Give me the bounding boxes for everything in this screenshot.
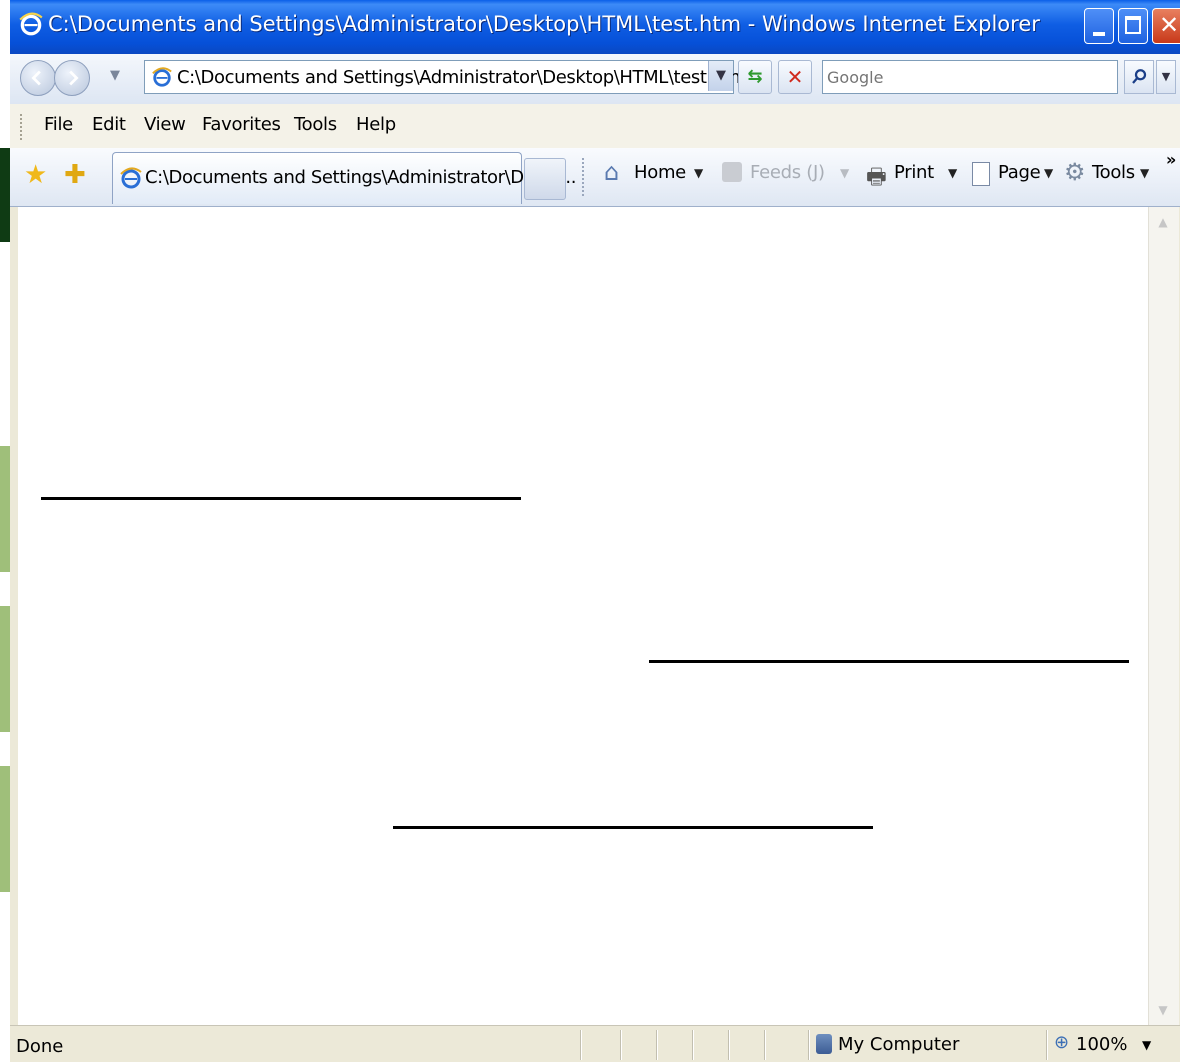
page-content [18,207,1148,1025]
horizontal-rule-1 [41,497,521,500]
recent-pages-dropdown[interactable]: ▼ [110,68,120,83]
close-button[interactable]: ✕ [1152,8,1180,44]
computer-icon [816,1034,832,1054]
status-text: Done [16,1036,64,1057]
gear-icon: ⚙ [1064,158,1086,186]
rss-icon [722,162,742,182]
stop-button[interactable]: ✕ [778,60,812,94]
zoom-level[interactable]: 100% [1076,1034,1127,1055]
menu-view[interactable]: View [144,114,186,135]
status-divider [808,1030,809,1060]
back-arrow-icon [31,70,41,86]
print-button[interactable]: Print [894,162,934,183]
status-bar: Done My Computer ⊕ 100% ▼ [10,1025,1180,1062]
tab-bar: ★ ✚ C:\Documents and Settings\Administra… [10,148,1180,207]
feeds-dropdown[interactable]: ▼ [840,166,849,180]
scroll-up-arrow-icon[interactable]: ▲ [1151,209,1175,235]
status-divider [692,1030,693,1060]
house-icon: ⌂ [604,158,620,186]
search-button[interactable] [1124,60,1154,94]
tab-test-htm[interactable]: C:\Documents and Settings\Administrator\… [112,152,576,204]
tools-menu-button[interactable]: Tools [1092,162,1135,183]
address-toolbar: ▼ C:\Documents and Settings\Administrato… [10,54,1180,105]
menu-bar: File Edit View Favorites Tools Help [10,104,1180,149]
refresh-button[interactable]: ⇆ [738,60,772,94]
add-favorite-icon[interactable]: ✚ [64,160,86,190]
home-button[interactable]: Home [634,162,686,183]
command-bar-grip[interactable] [582,158,586,196]
window-title: C:\Documents and Settings\Administrator\… [48,12,1040,36]
zoom-icon: ⊕ [1054,1032,1070,1053]
title-bar[interactable]: C:\Documents and Settings\Administrator\… [10,0,1180,54]
ie-logo-icon [19,12,43,36]
menu-edit[interactable]: Edit [92,114,126,135]
ie-page-icon [152,67,172,87]
status-divider [580,1030,581,1060]
magnifier-icon [1132,69,1147,84]
status-divider [1046,1030,1047,1060]
maximize-icon [1125,16,1141,34]
menu-file[interactable]: File [44,114,73,135]
home-dropdown[interactable]: ▼ [694,166,703,180]
refresh-icon: ⇆ [747,66,763,87]
tools-dropdown[interactable]: ▼ [1140,166,1149,180]
menu-tools[interactable]: Tools [294,114,337,135]
minimize-button[interactable] [1084,8,1114,44]
back-button[interactable] [20,60,56,96]
minimize-icon [1093,32,1105,36]
more-commands-chevron-icon[interactable]: » [1166,150,1176,169]
horizontal-rule-3 [393,826,873,829]
feeds-button[interactable]: Feeds (J) [750,162,825,183]
printer-icon: 🖶 [866,165,887,190]
page-dropdown[interactable]: ▼ [1044,166,1053,180]
stop-icon: ✕ [786,65,804,89]
scroll-down-arrow-icon[interactable]: ▼ [1151,997,1175,1023]
address-url: C:\Documents and Settings\Administrator\… [177,67,747,88]
status-divider [728,1030,729,1060]
chevron-down-icon: ▼ [1161,70,1171,83]
page-icon [972,162,990,186]
chevron-down-icon: ▼ [716,68,726,83]
forward-arrow-icon [69,70,79,86]
zoom-dropdown[interactable]: ▼ [1142,1038,1151,1052]
close-icon: ✕ [1159,11,1180,39]
tab-label: C:\Documents and Settings\Administrator\… [145,167,577,188]
print-dropdown[interactable]: ▼ [948,166,957,180]
status-divider [656,1030,657,1060]
page-menu-button[interactable]: Page [998,162,1041,183]
horizontal-rule-2 [649,660,1129,663]
search-input[interactable] [822,60,1118,94]
menu-help[interactable]: Help [356,114,396,135]
menu-favorites[interactable]: Favorites [202,114,281,135]
status-divider [764,1030,765,1060]
status-divider [620,1030,621,1060]
search-options-button[interactable]: ▼ [1156,60,1176,94]
star-icon[interactable]: ★ [24,160,47,190]
ie-page-icon [120,167,142,189]
toolbar-grip[interactable] [20,114,25,140]
new-tab-button[interactable] [524,158,566,200]
security-zone: My Computer [838,1034,960,1055]
browser-window: C:\Documents and Settings\Administrator\… [10,0,1180,1062]
vertical-scrollbar[interactable]: ▲ ▼ [1148,207,1179,1025]
address-field[interactable]: C:\Documents and Settings\Administrator\… [144,60,747,94]
address-dropdown-button[interactable]: ▼ [708,61,733,91]
forward-button[interactable] [54,60,90,96]
maximize-button[interactable] [1118,8,1148,44]
